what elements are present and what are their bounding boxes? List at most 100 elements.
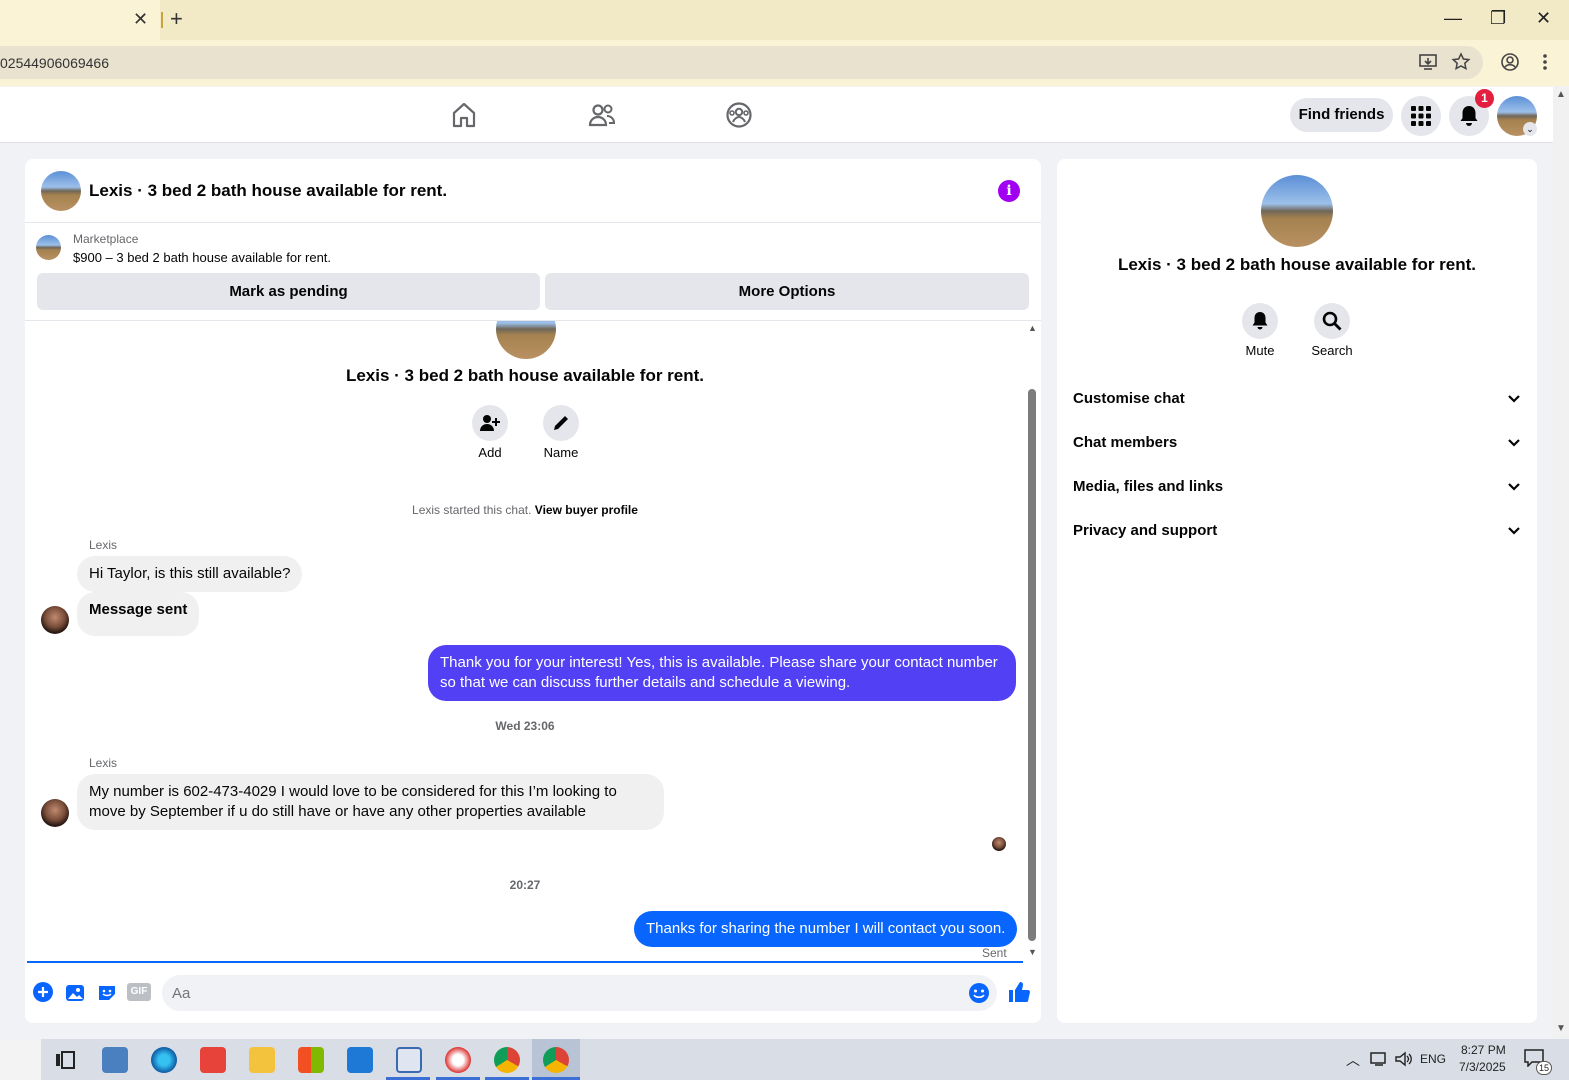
scroll-up-icon[interactable]: ▲ [1028, 323, 1037, 333]
thread-title: Lexis · 3 bed 2 bath house available for… [345, 366, 705, 385]
search-icon [1322, 311, 1342, 331]
sent-status: Sent [982, 946, 1007, 960]
incoming-message[interactable]: Hi Taylor, is this still available? [77, 556, 303, 592]
edit-name-button[interactable] [543, 405, 579, 441]
language-indicator[interactable]: ENG [1420, 1052, 1446, 1066]
edge-icon[interactable] [151, 1047, 177, 1073]
scroll-down-icon[interactable]: ▼ [1556, 1023, 1566, 1034]
sender-avatar[interactable] [41, 799, 69, 827]
incoming-message[interactable]: My number is 602-473-4029 I would love t… [77, 774, 664, 830]
mail-icon[interactable] [347, 1047, 373, 1073]
anydesk-icon[interactable] [200, 1047, 226, 1073]
chat-header: Lexis · 3 bed 2 bath house available for… [25, 159, 1041, 223]
page-scrollbar[interactable]: ▲ ▼ [1553, 87, 1569, 1039]
info-icon[interactable]: i [998, 180, 1020, 202]
thumbs-up-icon[interactable] [1007, 980, 1031, 1009]
browser-tab[interactable]: ✕ [0, 0, 160, 40]
chevron-down-icon [1507, 509, 1521, 571]
add-people-button[interactable] [472, 405, 508, 441]
volume-icon[interactable] [1395, 1051, 1413, 1070]
home-icon[interactable] [451, 101, 477, 134]
listing-avatar[interactable] [41, 171, 81, 211]
name-label: Name [543, 445, 579, 460]
computer-icon[interactable] [102, 1047, 128, 1073]
listing-summary[interactable]: $900 – 3 bed 2 bath house available for … [73, 250, 331, 265]
customise-chat-row[interactable]: Customise chat [1073, 377, 1521, 421]
install-app-icon[interactable] [1418, 52, 1438, 77]
sender-name: Lexis [89, 756, 118, 770]
more-options-button[interactable]: More Options [545, 273, 1029, 310]
profile-icon[interactable] [1500, 52, 1520, 77]
search-button[interactable] [1314, 303, 1350, 339]
chat-scrollbar[interactable]: ▲ ▼ [1027, 321, 1039, 961]
chrome-icon[interactable] [494, 1047, 520, 1073]
mute-button[interactable] [1242, 303, 1278, 339]
photo-icon[interactable] [65, 982, 85, 1007]
scroll-down-icon[interactable]: ▼ [1028, 947, 1037, 957]
read-receipt-avatar [992, 837, 1006, 851]
chrome-active-icon[interactable] [543, 1047, 569, 1073]
emoji-icon[interactable] [968, 982, 990, 1009]
task-view-icon[interactable] [52, 1047, 78, 1073]
outgoing-message[interactable]: Thank you for your interest! Yes, this i… [428, 645, 1016, 701]
chat-panel: Lexis · 3 bed 2 bath house available for… [25, 159, 1041, 1023]
chat-title[interactable]: Lexis · 3 bed 2 bath house available for… [89, 181, 447, 201]
marketplace-label: Marketplace [73, 232, 139, 246]
clock-time[interactable]: 8:27 PM [1461, 1043, 1506, 1057]
mute-label: Mute [1245, 343, 1275, 358]
grid-menu-icon [1411, 106, 1431, 126]
find-friends-button[interactable]: Find friends [1290, 98, 1393, 132]
restore-icon[interactable]: ❐ [1490, 8, 1506, 29]
incoming-message[interactable]: Message sent [77, 592, 200, 636]
search-label: Search [1311, 343, 1353, 358]
row-label: Customise chat [1073, 390, 1185, 407]
row-label: Chat members [1073, 434, 1178, 451]
pencil-icon [554, 416, 568, 430]
network-icon[interactable] [1370, 1051, 1388, 1070]
plus-circle-icon[interactable] [33, 982, 53, 1007]
store-icon[interactable] [298, 1047, 324, 1073]
bell-icon [1460, 106, 1478, 126]
chevron-down-icon[interactable]: ⌄ [1523, 122, 1537, 136]
tab-close-icon[interactable]: ✕ [133, 9, 148, 30]
sender-avatar[interactable] [41, 606, 69, 634]
new-tab-icon[interactable]: + [170, 6, 183, 32]
clock-date[interactable]: 7/3/2025 [1459, 1060, 1506, 1074]
url-text[interactable]: 02544906069466 [0, 55, 109, 71]
listing-thumbnail[interactable] [36, 235, 61, 260]
mark-pending-button[interactable]: Mark as pending [37, 273, 540, 310]
add-label: Add [478, 445, 502, 460]
start-button[interactable] [0, 1039, 41, 1080]
message-thread[interactable]: Lexis · 3 bed 2 bath house available for… [25, 321, 1041, 961]
facebook-top-nav: Find friends [0, 87, 1553, 143]
groups-icon[interactable] [725, 101, 753, 134]
message-input[interactable] [162, 975, 997, 1011]
friends-icon[interactable] [588, 101, 616, 134]
file-explorer-icon[interactable] [249, 1047, 275, 1073]
tray-chevron-icon[interactable]: ︿ [1346, 1050, 1360, 1070]
sticker-icon[interactable] [97, 982, 117, 1007]
address-bar[interactable]: 02544906069466 [0, 46, 1483, 79]
notification-count-badge: 15 [1536, 1061, 1552, 1075]
browser-menu-icon[interactable] [1540, 52, 1550, 77]
thread-avatar [496, 321, 556, 359]
chat-info-panel: Lexis · 3 bed 2 bath house available for… [1057, 159, 1537, 1023]
timestamp: Wed 23:06 [495, 719, 555, 733]
document-icon[interactable] [396, 1047, 422, 1073]
media-files-links-row[interactable]: Media, files and links [1073, 465, 1521, 509]
listing-avatar-large[interactable] [1261, 175, 1333, 247]
chat-members-row[interactable]: Chat members [1073, 421, 1521, 465]
scrollbar-thumb[interactable] [1028, 389, 1036, 941]
scroll-up-icon[interactable]: ▲ [1556, 89, 1566, 100]
paint-icon[interactable] [445, 1047, 471, 1073]
view-buyer-profile-link[interactable]: View buyer profile [535, 503, 638, 517]
row-label: Media, files and links [1073, 478, 1224, 495]
minimize-icon[interactable]: — [1444, 8, 1462, 29]
outgoing-message[interactable]: Thanks for sharing the number I will con… [634, 911, 1018, 947]
browser-tab-bar: ✕ + — ❐ ✕ [0, 0, 1569, 40]
window-close-icon[interactable]: ✕ [1536, 8, 1551, 29]
menu-button[interactable] [1401, 96, 1441, 136]
privacy-support-row[interactable]: Privacy and support [1073, 509, 1521, 553]
bookmark-star-icon[interactable] [1451, 52, 1471, 77]
gif-icon[interactable]: GIF [127, 983, 151, 1001]
